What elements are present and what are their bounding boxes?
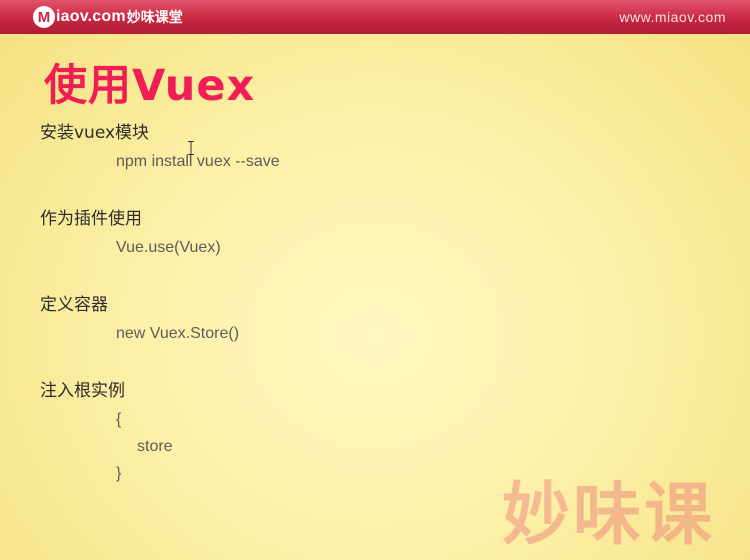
header-bar: M iaov.com 妙味课堂 www.miaov.com	[0, 0, 750, 34]
section-container: 定义容器 new Vuex.Store()	[40, 290, 280, 347]
site-url: www.miaov.com	[619, 9, 726, 25]
code-line: store	[137, 438, 173, 455]
logo-brand-text: 妙味课堂	[126, 10, 183, 26]
slide-content: 安装vuex模块 npm install vuex --save 作为插件使用 …	[40, 118, 280, 516]
code-line: Vue.use(Vuex)	[116, 239, 221, 256]
section-plugin: 作为插件使用 Vue.use(Vuex)	[40, 204, 280, 261]
watermark-text: 妙味课	[502, 476, 716, 555]
text-cursor-icon	[188, 141, 194, 155]
miaov-logo: M iaov.com 妙味课堂	[33, 5, 183, 29]
code-line: }	[116, 465, 122, 482]
code-line: {	[116, 411, 122, 428]
section-heading: 定义容器	[40, 295, 108, 315]
page-title: 使用Vuex	[44, 61, 256, 111]
section-heading: 安装vuex模块	[40, 123, 150, 143]
code-line: npm install vuex --save	[116, 153, 280, 170]
section-heading: 注入根实例	[40, 381, 125, 401]
logo-m-badge: M	[33, 6, 55, 28]
logo-domain-text: iaov.com	[56, 8, 126, 25]
section-install: 安装vuex模块 npm install vuex --save	[40, 118, 280, 175]
section-heading: 作为插件使用	[40, 209, 142, 229]
section-inject: 注入根实例 { store }	[40, 376, 280, 487]
code-line: new Vuex.Store()	[116, 325, 240, 342]
